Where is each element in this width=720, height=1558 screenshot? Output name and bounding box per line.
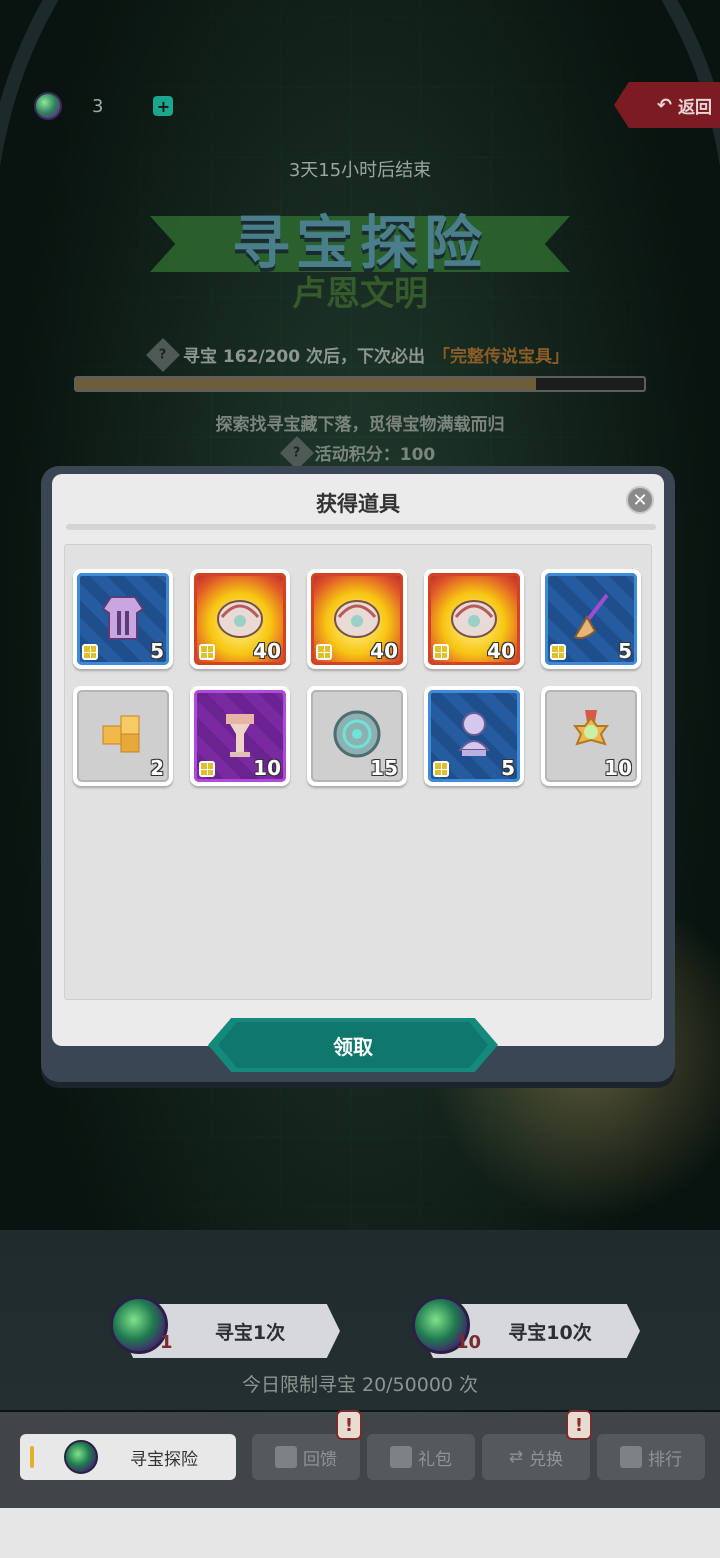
hunt-ten-cost: 10: [456, 1332, 482, 1353]
reward-item-frame: 10: [545, 690, 637, 782]
reward-item-slot[interactable]: 10: [541, 686, 641, 786]
reward-item-count: 15: [370, 756, 398, 780]
treasure-gem-icon: [64, 1440, 98, 1474]
active-tab-marker: [30, 1446, 34, 1468]
claim-label: 领取: [333, 1034, 373, 1059]
tab-label: 兑换: [529, 1449, 564, 1470]
reward-item-slot[interactable]: 10: [190, 686, 290, 786]
reward-item-count: 5: [501, 756, 515, 780]
event-banner: 寻宝探险 卢恩文明: [150, 196, 570, 314]
event-subtitle: 卢恩文明: [292, 274, 428, 314]
event-score: ? 活动积分：100: [0, 435, 720, 470]
reward-item-slot[interactable]: 2: [73, 686, 173, 786]
reward-item-frame: 5: [428, 690, 520, 782]
hunt-ten-label: 寻宝10次: [508, 1321, 592, 1344]
reward-item-frame: 5: [77, 573, 169, 665]
feedback-alert-icon: !: [336, 1410, 362, 1440]
reward-modal: 获得道具 ✕ 5 40 40 40 5 2 10 15 5 10: [52, 474, 664, 1046]
hunt-once-cost: 1: [160, 1332, 173, 1353]
gem-currency-icon: [34, 92, 62, 120]
reward-item-count: 2: [150, 756, 164, 780]
reward-item-frame: 2: [77, 690, 169, 782]
pity-progress-bar: [74, 376, 646, 392]
reward-item-slot[interactable]: 5: [73, 569, 173, 669]
close-button[interactable]: ✕: [626, 486, 654, 514]
exchange-alert-icon: !: [566, 1410, 592, 1440]
tab-ranking[interactable]: 排行: [597, 1434, 705, 1480]
fragment-icon: [433, 644, 449, 660]
tab-exchange[interactable]: ⇄ 兑换: [482, 1434, 590, 1480]
tab-treasure-hunt[interactable]: 寻宝探险: [20, 1434, 236, 1480]
reward-item-frame: 40: [194, 573, 286, 665]
help-icon[interactable]: ?: [146, 337, 180, 372]
progress-fill: [76, 378, 537, 390]
tab-gift-pack[interactable]: 礼包: [367, 1434, 475, 1480]
event-description: 探索找寻宝藏下落，觅得宝物满载而归: [215, 415, 505, 435]
reward-item-slot[interactable]: 5: [424, 686, 524, 786]
fragment-icon: [316, 644, 332, 660]
event-timer: 3天15小时后结束: [288, 160, 432, 181]
currency-count: 3: [92, 95, 104, 117]
reward-item-slot[interactable]: 40: [190, 569, 290, 669]
tab-feedback[interactable]: 回馈: [252, 1434, 360, 1480]
items-grid: 5 40 40 40 5 2 10 15 5 10: [73, 569, 641, 786]
tab-label: 礼包: [418, 1449, 452, 1470]
reward-item-slot[interactable]: 40: [307, 569, 407, 669]
bottom-strip: [0, 1508, 720, 1558]
reward-item-count: 40: [370, 639, 398, 663]
progress-note: ? 寻宝 162/200 次后，下次必出 「完整传说宝具」: [0, 337, 720, 372]
reward-item-count: 10: [253, 756, 281, 780]
progress-highlight: 「完整传说宝具」: [433, 347, 570, 367]
tab-label: 排行: [648, 1449, 682, 1470]
reward-item-slot[interactable]: 15: [307, 686, 407, 786]
add-currency-button[interactable]: +: [153, 96, 174, 116]
bust-statue-icon: [444, 704, 504, 768]
broom-icon: [561, 587, 621, 651]
reward-item-count: 40: [253, 639, 281, 663]
reward-item-count: 40: [487, 639, 515, 663]
progress-prefix: 寻宝 162/200 次后，下次必出: [182, 347, 426, 367]
daily-limit: 今日限制寻宝 20/50000 次: [241, 1374, 479, 1396]
currency-display: 3 +: [34, 92, 174, 120]
gold-cubes-icon: [93, 704, 153, 768]
tab-label: 回馈: [303, 1449, 337, 1470]
score-help-icon[interactable]: ?: [279, 435, 314, 470]
back-arrow-icon: ↶: [656, 94, 672, 116]
back-button[interactable]: ↶ 返回: [614, 82, 720, 128]
back-label: 返回: [678, 97, 712, 118]
exchange-icon: ⇄: [508, 1447, 524, 1467]
reward-item-count: 5: [618, 639, 632, 663]
tab-label: 寻宝探险: [130, 1449, 198, 1470]
reward-item-frame: 15: [311, 690, 403, 782]
score-text: 活动积分：100: [314, 445, 436, 465]
fragment-icon: [199, 644, 215, 660]
ranking-icon: [620, 1446, 642, 1468]
reward-item-count: 5: [150, 639, 164, 663]
reward-item-frame: 40: [428, 573, 520, 665]
reward-item-slot[interactable]: 5: [541, 569, 641, 669]
reward-item-slot[interactable]: 40: [424, 569, 524, 669]
fragment-icon: [550, 644, 566, 660]
feedback-icon: [275, 1446, 297, 1468]
reward-item-frame: 40: [311, 573, 403, 665]
items-panel: 5 40 40 40 5 2 10 15 5 10: [64, 544, 652, 1000]
fragment-icon: [82, 644, 98, 660]
fragment-icon: [199, 761, 215, 777]
robe-icon: [93, 587, 153, 651]
reward-item-frame: 5: [545, 573, 637, 665]
gift-icon: [390, 1446, 412, 1468]
fragment-icon: [433, 761, 449, 777]
reward-item-frame: 10: [194, 690, 286, 782]
modal-title: 获得道具: [316, 492, 400, 516]
claim-button[interactable]: 领取: [208, 1018, 498, 1072]
reward-item-count: 10: [604, 756, 632, 780]
modal-divider: [66, 524, 656, 530]
hunt-once-label: 寻宝1次: [214, 1321, 286, 1344]
